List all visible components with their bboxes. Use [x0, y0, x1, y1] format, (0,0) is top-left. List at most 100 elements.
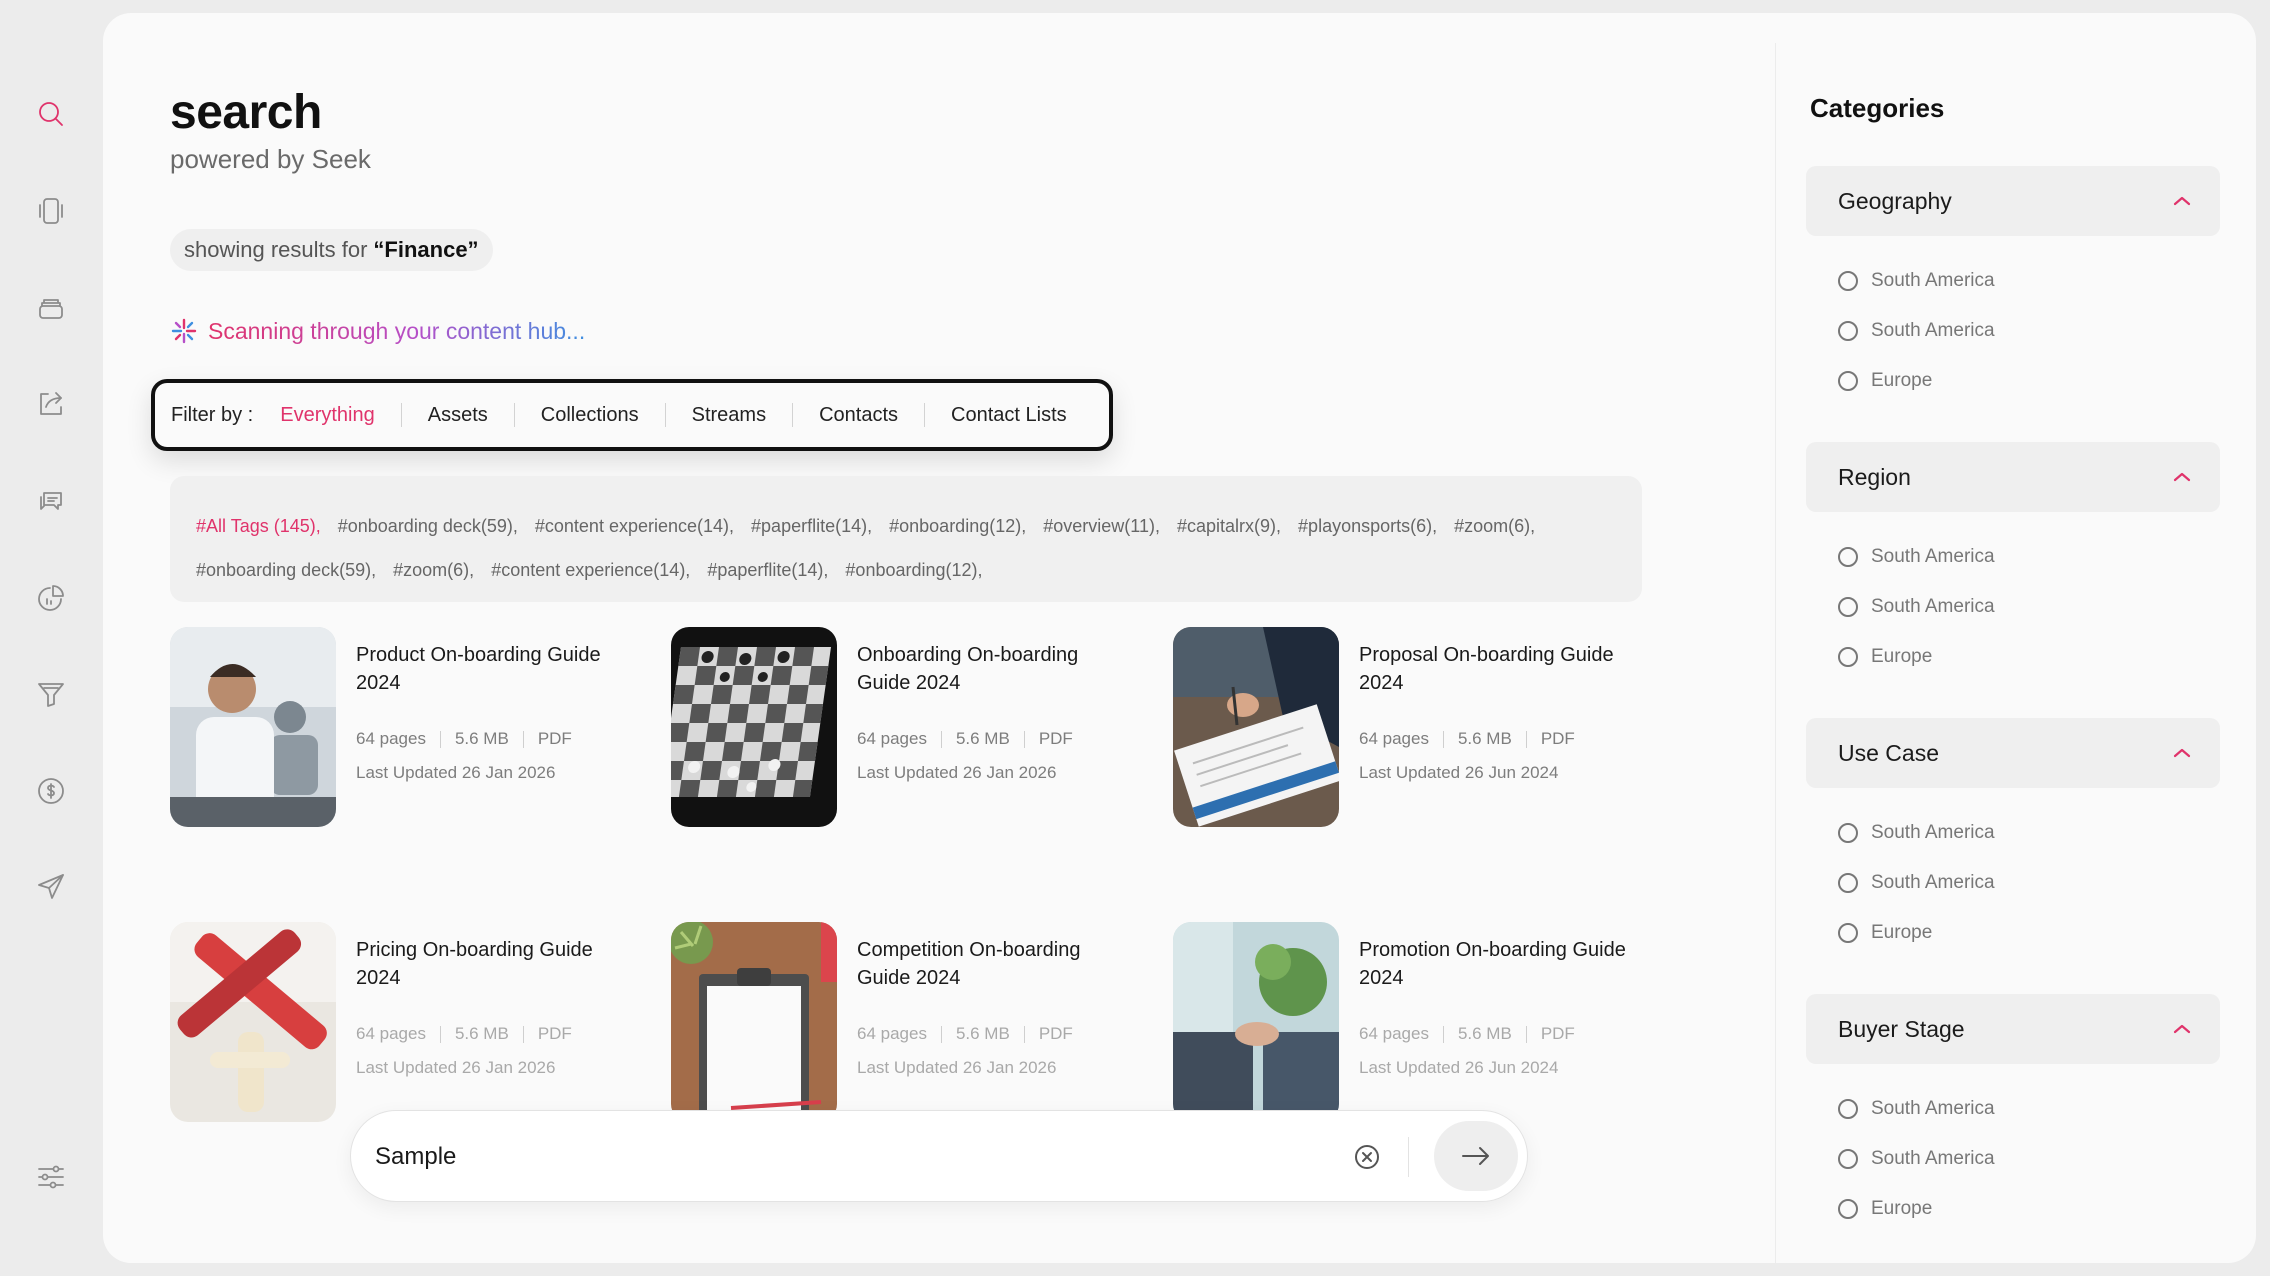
tag-item[interactable]: #onboarding(12), [889, 516, 1026, 536]
filter-collections[interactable]: Collections [515, 404, 665, 427]
result-title[interactable]: Product On-boarding Guide 2024 [356, 641, 636, 697]
tag-item[interactable]: #content experience(14), [535, 516, 734, 536]
radio-icon [1838, 647, 1858, 667]
radio-icon [1838, 597, 1858, 617]
result-pages: 64 pages [1359, 1024, 1429, 1043]
result-thumbnail[interactable] [1173, 922, 1339, 1122]
tag-item[interactable]: #overview(11), [1043, 516, 1160, 536]
result-size: 5.6 MB [454, 729, 509, 748]
option-label: South America [1871, 1148, 1995, 1169]
funnel-icon[interactable] [33, 676, 69, 712]
radio-icon [1838, 371, 1858, 391]
result-meta: 64 pages 5.6 MB PDF [356, 729, 572, 749]
divider [940, 1025, 942, 1043]
accordion-label: Buyer Stage [1838, 1015, 1965, 1042]
chat-icon[interactable] [33, 483, 69, 519]
send-icon[interactable] [33, 869, 69, 905]
option-label: South America [1871, 1098, 1995, 1119]
result-type: PDF [1540, 729, 1575, 748]
radio-option[interactable]: Europe [1806, 356, 2220, 406]
accordion-header[interactable]: Use Case [1806, 718, 2220, 788]
tag-item[interactable]: #capitalrx(9), [1177, 516, 1281, 536]
radio-option[interactable]: South America [1806, 532, 2220, 582]
share-icon[interactable] [33, 386, 69, 422]
result-thumbnail[interactable] [170, 922, 336, 1122]
radio-option[interactable]: Europe [1806, 1184, 2220, 1234]
option-label: Europe [1871, 370, 1933, 391]
search-icon[interactable] [33, 96, 69, 132]
option-label: South America [1871, 822, 1995, 843]
tag-all[interactable]: #All Tags (145), [196, 516, 321, 536]
result-updated: Last Updated 26 Jan 2026 [857, 1058, 1057, 1077]
radio-option[interactable]: South America [1806, 808, 2220, 858]
filter-streams[interactable]: Streams [666, 404, 792, 427]
tag-item[interactable]: #paperflite(14), [707, 560, 828, 580]
tag-item[interactable]: #zoom(6), [393, 560, 474, 580]
radio-option[interactable]: South America [1806, 1134, 2220, 1184]
result-pages: 64 pages [857, 1024, 927, 1043]
radio-option[interactable]: Europe [1806, 632, 2220, 682]
radio-option[interactable]: South America [1806, 306, 2220, 356]
accordion-buyer-stage: Buyer Stage South America South America … [1806, 994, 2220, 1234]
tag-item[interactable]: #onboarding(12), [845, 560, 982, 580]
stack-icon[interactable] [33, 290, 69, 326]
divider [1442, 730, 1444, 748]
tag-item[interactable]: #onboarding deck(59), [196, 560, 376, 580]
tag-item[interactable]: #content experience(14), [491, 560, 690, 580]
option-label: Europe [1871, 922, 1933, 943]
mobile-icon[interactable] [33, 193, 69, 229]
result-card[interactable]: Product On-boarding Guide 2024 64 pages … [170, 627, 640, 827]
option-label: South America [1871, 596, 1995, 617]
result-updated: Last Updated 26 Jan 2026 [356, 763, 556, 782]
chevron-up-icon [2173, 472, 2191, 482]
sidebar [0, 0, 103, 1276]
filter-contacts[interactable]: Contacts [793, 404, 924, 427]
dollar-icon[interactable] [33, 773, 69, 809]
accordion-header[interactable]: Region [1806, 442, 2220, 512]
search-input[interactable] [375, 1131, 1275, 1183]
filter-everything[interactable]: Everything [275, 404, 401, 427]
result-thumbnail[interactable] [170, 627, 336, 827]
clear-search-button[interactable] [1351, 1141, 1383, 1173]
result-thumbnail[interactable] [1173, 627, 1339, 827]
accordion-header[interactable]: Buyer Stage [1806, 994, 2220, 1064]
tag-item[interactable]: #onboarding deck(59), [338, 516, 518, 536]
sliders-icon[interactable] [33, 1159, 69, 1195]
radio-option[interactable]: South America [1806, 256, 2220, 306]
result-size: 5.6 MB [454, 1024, 509, 1043]
result-title[interactable]: Onboarding On-boarding Guide 2024 [857, 641, 1137, 697]
filter-assets[interactable]: Assets [402, 404, 514, 427]
results-prefix: showing results for [184, 237, 368, 262]
analytics-icon[interactable] [33, 580, 69, 616]
result-card[interactable]: Proposal On-boarding Guide 2024 64 pages… [1173, 627, 1643, 827]
result-title[interactable]: Competition On-boarding Guide 2024 [857, 936, 1137, 992]
radio-option[interactable]: South America [1806, 582, 2220, 632]
tag-item[interactable]: #zoom(6), [1454, 516, 1535, 536]
radio-icon [1838, 823, 1858, 843]
result-title[interactable]: Pricing On-boarding Guide 2024 [356, 936, 636, 992]
result-card[interactable]: Onboarding On-boarding Guide 2024 64 pag… [671, 627, 1141, 827]
result-updated: Last Updated 26 Jun 2024 [1359, 763, 1559, 782]
divider [522, 730, 524, 748]
option-label: South America [1871, 546, 1995, 567]
result-title[interactable]: Proposal On-boarding Guide 2024 [1359, 641, 1639, 697]
accordion-header[interactable]: Geography [1806, 166, 2220, 236]
radio-icon [1838, 321, 1858, 341]
result-card[interactable]: Pricing On-boarding Guide 2024 64 pages … [170, 922, 640, 1122]
results-query: “Finance” [373, 237, 479, 262]
result-thumbnail[interactable] [671, 627, 837, 827]
radio-option[interactable]: Europe [1806, 908, 2220, 958]
result-pages: 64 pages [356, 729, 426, 748]
filter-contact-lists[interactable]: Contact Lists [925, 404, 1093, 427]
result-type: PDF [1540, 1024, 1575, 1043]
radio-option[interactable]: South America [1806, 858, 2220, 908]
tag-item[interactable]: #paperflite(14), [751, 516, 872, 536]
result-thumbnail[interactable] [671, 922, 837, 1122]
result-title[interactable]: Promotion On-boarding Guide 2024 [1359, 936, 1639, 992]
submit-search-button[interactable] [1434, 1121, 1518, 1191]
result-type: PDF [537, 1024, 572, 1043]
result-card[interactable]: Competition On-boarding Guide 2024 64 pa… [671, 922, 1141, 1122]
result-card[interactable]: Promotion On-boarding Guide 2024 64 page… [1173, 922, 1643, 1122]
radio-option[interactable]: South America [1806, 1084, 2220, 1134]
tag-item[interactable]: #playonsports(6), [1298, 516, 1437, 536]
